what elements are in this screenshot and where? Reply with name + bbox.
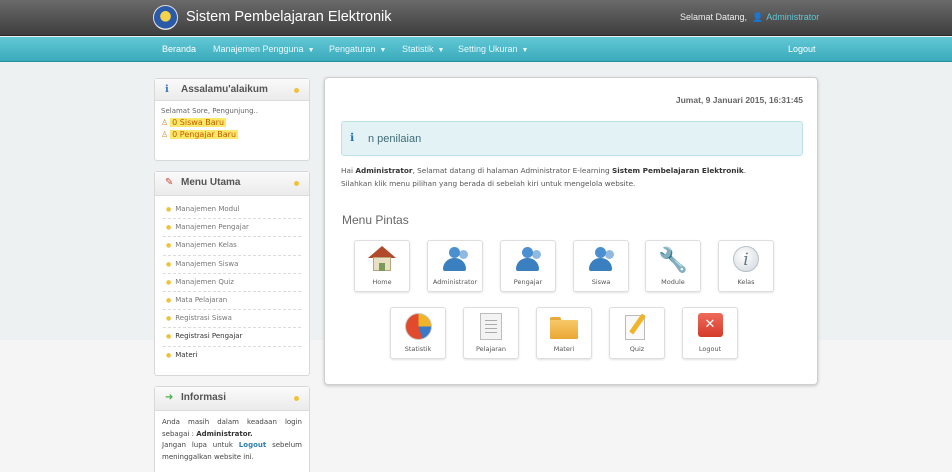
new-teachers-stat[interactable]: ♙ 0 Pengajar Baru	[155, 127, 309, 139]
shortcut-logout[interactable]: ✕ Logout	[682, 307, 738, 359]
folder-icon	[550, 317, 578, 339]
info-panel: ➜ Informasi Anda masih dalam keadaan log…	[154, 386, 310, 472]
institution-logo[interactable]	[153, 5, 178, 30]
nav-logout[interactable]: Logout	[788, 44, 816, 54]
wrench-icon: 🔧	[658, 246, 688, 274]
notice-text: n penilaian	[368, 133, 422, 145]
greeting-text: Selamat Sore, Pengunjung..	[161, 107, 259, 115]
bullet-icon: ●	[166, 242, 172, 250]
nav-statistik[interactable]: Statistik ▼	[402, 44, 444, 54]
shortcut-pengajar[interactable]: Pengajar	[500, 240, 556, 292]
user-group-icon	[513, 246, 543, 272]
user-icon: ♙	[161, 130, 169, 139]
app-title[interactable]: Sistem Pembelajaran Elektronik	[186, 9, 392, 25]
shortcut-statistik[interactable]: Statistik	[390, 307, 446, 359]
quiz-edit-icon	[625, 313, 649, 340]
menu-item-manajemen-quiz[interactable]: ● Manajemen Quiz	[163, 274, 301, 292]
greeting-panel: ℹ Assalamu'alaikum Selamat Sore, Pengunj…	[154, 78, 310, 161]
panel-title: Assalamu'alaikum	[181, 84, 268, 95]
home-icon	[368, 246, 396, 272]
menu-item-manajemen-kelas[interactable]: ● Manajemen Kelas	[163, 237, 301, 256]
menu-item-mata-pelajaran[interactable]: ● Mata Pelajaran	[163, 292, 301, 311]
main-nav-bar: Beranda Manajemen Pengguna ▼ Pengaturan ▼ …	[0, 37, 952, 62]
shortcut-home[interactable]: Home	[354, 240, 410, 292]
logout-x-icon: ✕	[697, 313, 723, 337]
info-icon: ℹ	[165, 84, 169, 95]
bullet-icon: ●	[166, 278, 172, 286]
pencil-icon: ✎	[165, 177, 174, 188]
current-datetime: Jumat, 9 Januari 2015, 16:31:45	[675, 95, 803, 105]
info-icon: ℹ	[350, 131, 355, 144]
collapse-dot-icon[interactable]	[294, 181, 299, 186]
chevron-down-icon: ▼	[307, 47, 315, 54]
user-icon: ♙	[161, 118, 169, 127]
menu-item-manajemen-siswa[interactable]: ● Manajemen Siswa	[163, 256, 301, 274]
shortcut-quiz[interactable]: Quiz	[609, 307, 665, 359]
nav-pengaturan[interactable]: Pengaturan ▼	[329, 44, 386, 54]
info-text: Anda masih dalam keadaan login sebagai :…	[162, 418, 302, 461]
chevron-down-icon: ▼	[379, 47, 387, 54]
bullet-icon: ●	[166, 260, 172, 268]
menu-item-manajemen-pengajar[interactable]: ● Manajemen Pengajar	[163, 219, 301, 238]
menu-item-registrasi-pengajar[interactable]: ● Registrasi Pengajar	[163, 328, 301, 347]
shortcuts-title: Menu Pintas	[342, 213, 409, 227]
shortcut-pelajaran[interactable]: Pelajaran	[463, 307, 519, 359]
chevron-down-icon: ▼	[521, 47, 529, 54]
menu-item-manajemen-modul[interactable]: ● Manajemen Modul	[163, 201, 301, 220]
bullet-icon: ●	[166, 315, 172, 323]
intro-text: Hai Administrator, Selamat datang di hal…	[341, 166, 747, 188]
notice-box: ℹ n penilaian	[341, 121, 803, 156]
nav-beranda[interactable]: Beranda	[162, 44, 196, 54]
shortcut-module[interactable]: 🔧 Module	[645, 240, 701, 292]
arrow-right-icon: ➜	[165, 392, 174, 403]
nav-setting-ukuran[interactable]: Setting Ukuran ▼	[458, 44, 528, 54]
main-content-panel: Jumat, 9 Januari 2015, 16:31:45 ℹ n peni…	[324, 77, 818, 385]
bullet-icon: ●	[166, 351, 172, 359]
user-group-icon	[440, 246, 470, 272]
panel-title: Menu Utama	[181, 177, 241, 188]
new-students-stat[interactable]: ♙ 0 Siswa Baru	[155, 115, 309, 127]
document-icon	[480, 313, 502, 340]
current-user-link[interactable]: Administrator	[766, 12, 819, 22]
info-icon: i	[733, 246, 759, 272]
bullet-icon: ●	[166, 296, 172, 304]
shortcut-siswa[interactable]: Siswa	[573, 240, 629, 292]
user-group-icon	[586, 246, 616, 272]
nav-manajemen-pengguna[interactable]: Manajemen Pengguna ▼	[213, 44, 315, 54]
collapse-dot-icon[interactable]	[294, 396, 299, 401]
collapse-dot-icon[interactable]	[294, 88, 299, 93]
shortcut-administrator[interactable]: Administrator	[427, 240, 483, 292]
menu-item-materi[interactable]: ● Materi	[163, 347, 301, 365]
welcome-area: Selamat Datang, 👤 Administrator	[680, 12, 819, 23]
user-icon: 👤	[752, 12, 764, 22]
panel-title: Informasi	[181, 392, 227, 403]
bullet-icon: ●	[166, 333, 172, 341]
welcome-label: Selamat Datang,	[680, 12, 748, 22]
panel-header: ➜ Informasi	[155, 387, 309, 411]
info-logout-link[interactable]: Logout	[239, 441, 266, 449]
shortcut-kelas[interactable]: i Kelas	[718, 240, 774, 292]
panel-header: ✎ Menu Utama	[155, 172, 309, 196]
main-menu-panel: ✎ Menu Utama ● Manajemen Modul ● Manajemen…	[154, 171, 310, 376]
panel-header: ℹ Assalamu'alaikum	[155, 79, 309, 101]
chevron-down-icon: ▼	[437, 47, 445, 54]
menu-item-registrasi-siswa[interactable]: ● Registrasi Siswa	[163, 310, 301, 329]
pie-chart-icon	[404, 313, 432, 340]
bullet-icon: ●	[166, 206, 172, 213]
bullet-icon: ●	[166, 224, 172, 232]
role-text: Administrator.	[196, 429, 253, 438]
top-bar: Sistem Pembelajaran Elektronik Selamat D…	[0, 0, 952, 36]
menu-list: ● Manajemen Modul ● Manajemen Pengajar ● Ma…	[155, 196, 309, 369]
shortcut-materi[interactable]: Materi	[536, 307, 592, 359]
